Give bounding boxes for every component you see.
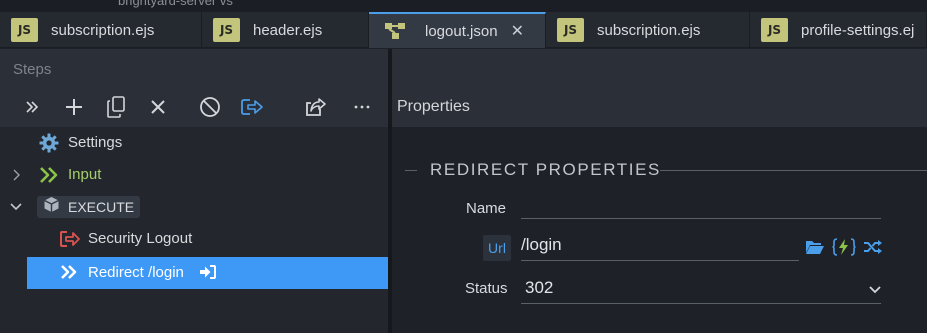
- logout-icon: [59, 230, 81, 253]
- chevron-down-icon[interactable]: [866, 281, 884, 299]
- tab-logout-json[interactable]: logout.json ✕: [369, 12, 546, 48]
- js-file-icon: JS: [557, 18, 584, 42]
- tab-subscription-ejs-2[interactable]: JS subscription.ejs: [546, 12, 750, 48]
- tree-item-input[interactable]: Input: [0, 159, 388, 191]
- tab-profile-settings[interactable]: JS profile-settings.ej: [750, 12, 927, 48]
- add-icon[interactable]: [62, 95, 86, 119]
- steps-panel-title: Steps: [13, 61, 52, 78]
- tree-item-label: Settings: [68, 134, 123, 151]
- url-input-underline: [521, 260, 799, 261]
- tree-item-security-logout[interactable]: Security Logout: [0, 223, 388, 255]
- tree-item-settings[interactable]: Settings: [0, 127, 388, 159]
- properties-title: Properties: [397, 98, 470, 115]
- tab-label: subscription.ejs: [51, 21, 155, 39]
- disable-icon[interactable]: [198, 95, 222, 119]
- redirect-chevrons-icon: [60, 264, 80, 285]
- delete-icon[interactable]: [146, 95, 170, 119]
- flow-json-icon: [381, 19, 408, 43]
- js-file-icon: JS: [11, 18, 38, 42]
- shuffle-icon[interactable]: [862, 237, 884, 257]
- tree-item-execute[interactable]: EXECUTE: [0, 191, 388, 223]
- window-title-strip: brightyard-server vs: [0, 0, 927, 12]
- tree-item-redirect-login[interactable]: Redirect /login: [27, 257, 388, 289]
- section-divider: [660, 170, 927, 171]
- expand-all-icon[interactable]: [20, 95, 44, 119]
- expression-icon[interactable]: [832, 236, 856, 258]
- cube-icon: [43, 196, 60, 218]
- tab-header-ejs[interactable]: JS header.ejs: [202, 12, 369, 48]
- properties-panel: Properties REDIRECT PROPERTIES Name Url …: [392, 49, 927, 333]
- tree-item-label: EXECUTE: [68, 199, 135, 215]
- status-select-underline: [521, 303, 881, 304]
- export-icon[interactable]: [240, 95, 264, 119]
- name-input[interactable]: [521, 197, 881, 219]
- section-divider: [405, 170, 417, 171]
- tab-label: profile-settings.ej: [801, 21, 915, 39]
- tab-label: header.ejs: [253, 21, 323, 39]
- properties-panel-header-area: [392, 49, 927, 87]
- tree-item-label: Input: [68, 166, 102, 183]
- url-type-badge[interactable]: Url: [483, 235, 511, 261]
- name-label: Name: [466, 200, 507, 217]
- tree-item-label: Security Logout: [88, 230, 193, 247]
- copy-icon[interactable]: [104, 95, 128, 119]
- steps-panel: Steps Settings Input EXECUTE Security Lo…: [0, 49, 388, 333]
- tab-label: subscription.ejs: [597, 21, 701, 39]
- tab-subscription-ejs[interactable]: JS subscription.ejs: [0, 12, 202, 48]
- tree-item-label: Redirect /login: [88, 264, 184, 281]
- url-input[interactable]: /login: [521, 235, 562, 255]
- js-file-icon: JS: [213, 18, 240, 42]
- input-chevrons-icon: [39, 166, 61, 189]
- section-title: REDIRECT PROPERTIES: [430, 160, 661, 179]
- execute-badge: EXECUTE: [37, 196, 141, 218]
- properties-header: Properties: [392, 87, 927, 127]
- folder-open-icon[interactable]: [804, 237, 826, 257]
- status-label: Status: [465, 280, 508, 297]
- close-icon[interactable]: ✕: [511, 21, 524, 41]
- sign-in-icon: [199, 264, 217, 285]
- tab-label: logout.json: [425, 22, 498, 40]
- chevron-right-icon[interactable]: [8, 167, 24, 183]
- status-select[interactable]: 302: [525, 278, 553, 298]
- window-title: brightyard-server vs: [118, 0, 233, 8]
- share-icon[interactable]: [304, 95, 328, 119]
- editor-tab-bar: JS subscription.ejs JS header.ejs logout…: [0, 12, 927, 48]
- chevron-down-icon[interactable]: [8, 199, 24, 215]
- steps-toolbar: [0, 87, 388, 127]
- more-icon[interactable]: [350, 95, 374, 119]
- gear-icon: [39, 133, 59, 158]
- name-input-underline: [521, 218, 881, 219]
- steps-panel-header: Steps: [0, 49, 388, 87]
- js-file-icon: JS: [761, 18, 788, 42]
